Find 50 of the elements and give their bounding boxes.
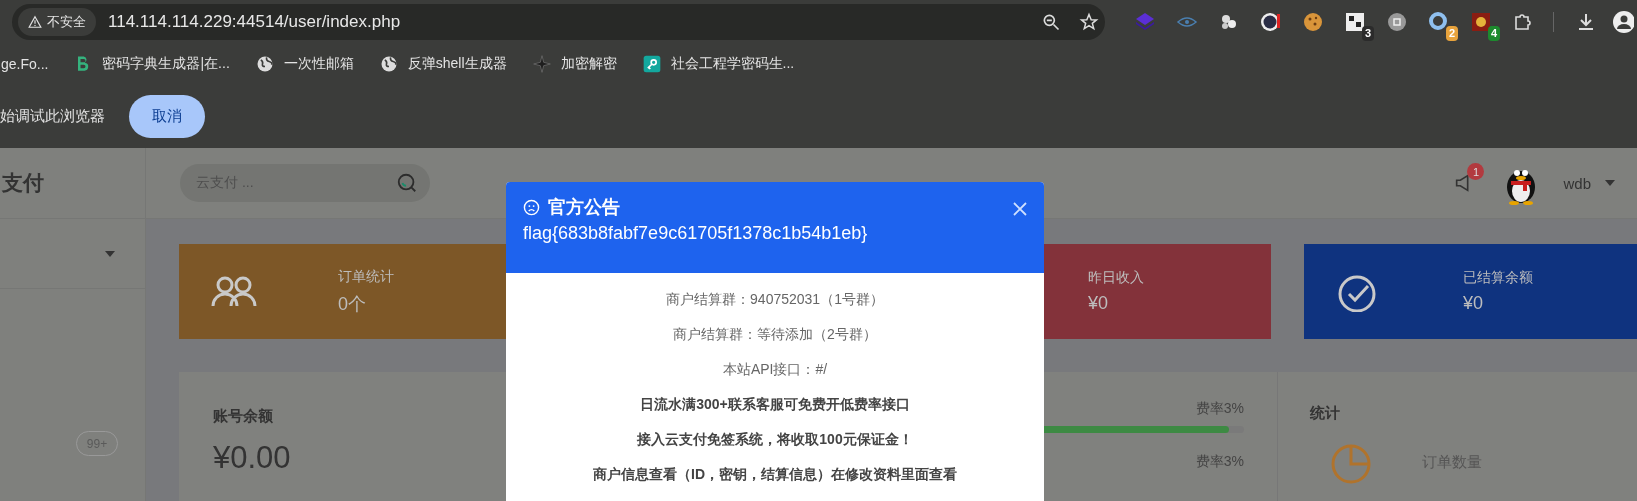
bookmark-label[interactable]: 加密解密 xyxy=(560,55,617,73)
address-field[interactable]: 114.114.114.229:44514/user/index.php xyxy=(108,12,1041,32)
stat-value: 0个 xyxy=(338,292,367,316)
notice-line: 商户结算群：940752031（1号群） xyxy=(666,290,884,308)
qr-code-icon[interactable] xyxy=(1343,10,1367,34)
balance-value: ¥0.00 xyxy=(213,440,291,476)
circle-logo-icon[interactable] xyxy=(1259,10,1283,34)
security-chip[interactable]: 不安全 xyxy=(18,8,96,36)
notice-line: 商户结算群：等待添加（2号群） xyxy=(673,325,877,343)
section-title: 统计 xyxy=(1310,404,1341,423)
dialog-title: 官方公告 xyxy=(548,196,620,219)
rate-label: 费率3% xyxy=(1195,453,1244,471)
notification-badge: 1 xyxy=(1467,163,1485,180)
flag-text: flag{683b8fabf7e9c61705f1378c1b54b1eb} xyxy=(523,223,869,244)
count-badge: 2 xyxy=(1445,26,1458,41)
cookie-icon[interactable] xyxy=(1301,10,1325,34)
bookmark[interactable]: ge.Fo... xyxy=(1,56,49,72)
infobar-message: 始调试此浏览器 xyxy=(0,106,105,126)
key-icon xyxy=(641,54,662,74)
square-logo-icon[interactable] xyxy=(1469,10,1493,34)
count-badge: 3 xyxy=(1361,26,1374,41)
stat-value: ¥0 xyxy=(1463,293,1485,314)
profile-icon[interactable] xyxy=(1612,10,1634,34)
close-icon[interactable] xyxy=(1013,202,1027,216)
bookmark-label[interactable]: 一次性邮箱 xyxy=(283,55,354,73)
notice-line: 接入云支付免签系统，将收取100元保证金！ xyxy=(637,430,913,448)
pie-chart-icon xyxy=(1330,443,1372,485)
notice-line: 日流水满300+联系客服可免费开低费率接口 xyxy=(640,395,910,413)
cancel-button[interactable]: 取消 xyxy=(129,94,205,138)
stat-value: ¥0 xyxy=(1088,293,1110,314)
search-icon[interactable] xyxy=(396,172,418,194)
star-icon[interactable] xyxy=(1079,12,1099,32)
stat-label: 昨日收入 xyxy=(1088,269,1144,287)
rate-label: 费率3% xyxy=(1195,400,1244,418)
notice-line: 商户信息查看（ID，密钥，结算信息）在修改资料里面查看 xyxy=(593,465,957,483)
bookmark-label[interactable]: 反弹shell生成器 xyxy=(407,55,507,73)
bookmark-label[interactable]: 密码字典生成器|在... xyxy=(102,55,230,73)
star-shape-icon xyxy=(531,54,552,74)
caret-icon[interactable] xyxy=(105,250,115,257)
bookmark-label[interactable]: 社会工程学密码生... xyxy=(670,55,795,73)
warning-icon xyxy=(28,15,42,29)
stat-label: 订单统计 xyxy=(338,267,394,286)
balance-label: 账号余额 xyxy=(213,407,273,426)
zoom-out-icon[interactable] xyxy=(1041,12,1061,32)
caret-icon[interactable] xyxy=(1605,180,1615,186)
sad-face-icon xyxy=(523,198,540,216)
brand-title: 支付 xyxy=(2,170,44,196)
notice-line: 本站API接口：#/ xyxy=(722,360,828,378)
count-badge: 4 xyxy=(1487,26,1500,41)
stat-label: 已结算余额 xyxy=(1463,269,1533,287)
